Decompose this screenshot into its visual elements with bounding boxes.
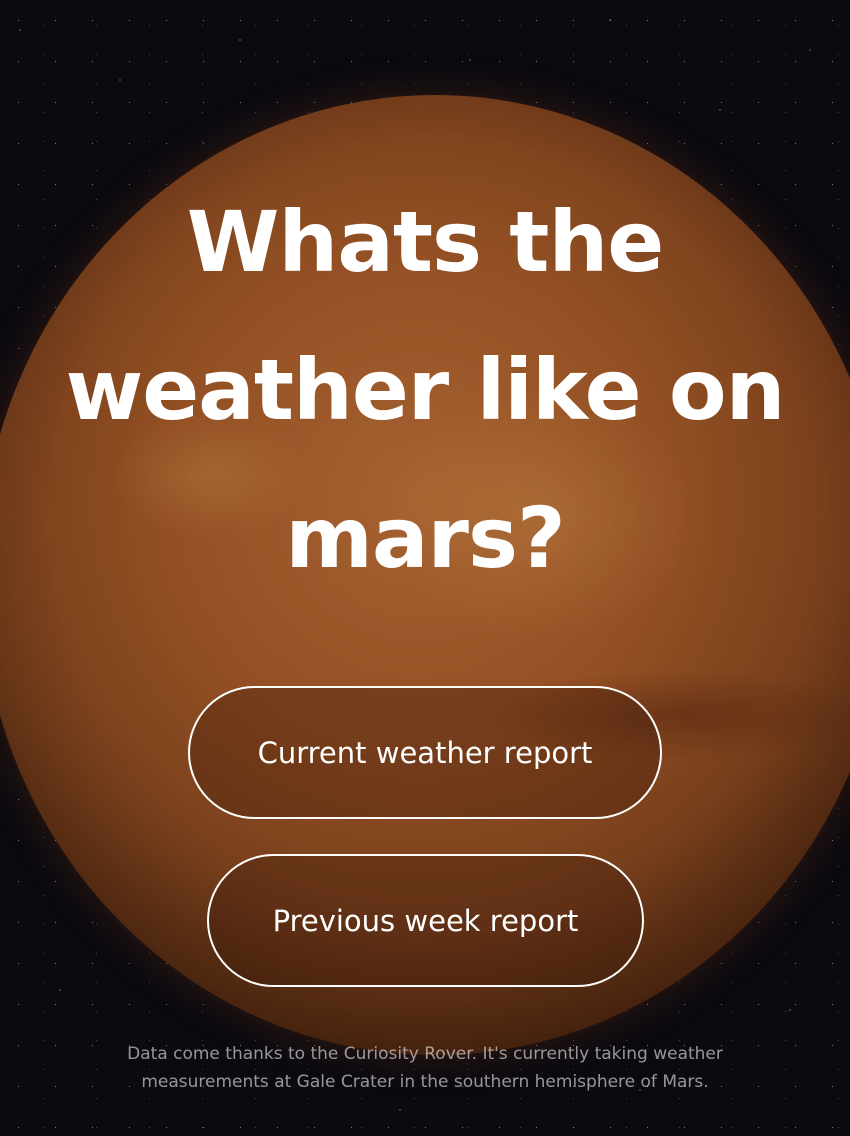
previous-week-report-label: Previous week report [272, 903, 579, 938]
previous-week-report-button[interactable]: Previous week report [207, 854, 644, 987]
data-source-note: Data come thanks to the Curiosity Rover.… [60, 1040, 790, 1096]
page-title: Whats the weather like on mars? [0, 168, 850, 612]
title-line-1: Whats the [186, 193, 664, 291]
data-source-note-line-2: measurements at Gale Crater in the south… [141, 1072, 709, 1092]
title-line-3: mars? [285, 489, 565, 587]
current-weather-report-label: Current weather report [257, 735, 593, 770]
page-background: Whats the weather like on mars? Current … [0, 0, 850, 1136]
current-weather-report-button[interactable]: Current weather report [188, 686, 662, 819]
title-line-2: weather like on [65, 341, 786, 439]
data-source-note-line-1: Data come thanks to the Curiosity Rover.… [127, 1044, 723, 1064]
